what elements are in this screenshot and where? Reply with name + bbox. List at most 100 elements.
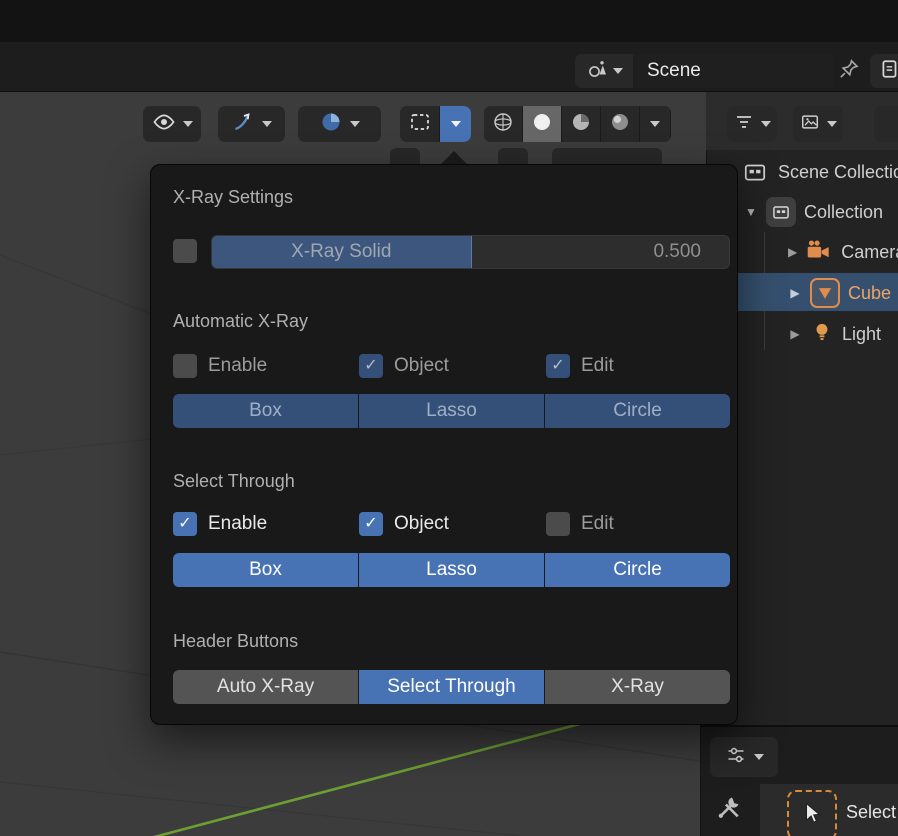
xray-solid-slider[interactable]: X-Ray Solid 0.500 xyxy=(211,235,730,269)
outliner-display-dropdown[interactable] xyxy=(793,106,843,142)
checkbox-select-through-enable[interactable]: ✓ Enable xyxy=(173,512,267,536)
row-label: Camera xyxy=(841,241,898,262)
select-through-checkbox-row: ✓ Enable ✓ Object Edit xyxy=(173,512,730,538)
chevron-down-icon xyxy=(650,121,660,127)
collapse-arrow-icon[interactable]: ▼ xyxy=(744,205,758,219)
scene-collection-icon xyxy=(740,157,770,187)
wireframe-sphere-icon xyxy=(492,111,514,138)
section-title-header-buttons: Header Buttons xyxy=(173,631,299,651)
auto-xray-lasso-button[interactable]: Lasso xyxy=(359,394,544,428)
properties-sliders-icon xyxy=(725,744,747,771)
popover-title: X-Ray Settings xyxy=(173,187,294,207)
xray-toggle-button[interactable] xyxy=(400,106,439,142)
tool-tab[interactable] xyxy=(714,792,744,827)
row-label: Collection xyxy=(804,201,884,222)
checkbox-label: Edit xyxy=(581,355,614,376)
header-buttons-group: Auto X-Ray Select Through X-Ray xyxy=(173,670,730,704)
select-through-lasso-button[interactable]: Lasso xyxy=(359,553,544,587)
new-page-icon xyxy=(879,58,898,85)
expand-arrow-icon[interactable]: ▶ xyxy=(788,245,797,259)
shading-material-button[interactable] xyxy=(562,106,600,142)
scene-name-text: Scene xyxy=(647,60,701,81)
checkbox-select-through-object[interactable]: ✓ Object xyxy=(359,512,449,536)
chevron-down-icon xyxy=(612,68,623,74)
row-label: Scene Collection xyxy=(778,161,898,182)
camera-icon xyxy=(805,238,833,267)
checkbox-auto-xray-enable[interactable]: Enable xyxy=(173,354,267,378)
mesh-triangle-icon xyxy=(810,278,840,308)
chevron-down-icon xyxy=(760,121,771,127)
outliner-filter-dropdown[interactable] xyxy=(727,106,777,142)
scene-browse-button[interactable] xyxy=(575,54,633,88)
auto-xray-box-button[interactable]: Box xyxy=(173,394,358,428)
chevron-down-icon xyxy=(753,754,764,760)
pin-button[interactable] xyxy=(836,58,862,84)
checkbox-auto-xray-edit[interactable]: ✓ Edit xyxy=(546,354,614,378)
shading-rendered-button[interactable] xyxy=(601,106,639,142)
shading-mode-group xyxy=(484,106,671,142)
pie-circle-icon xyxy=(319,110,343,139)
shading-wireframe-button[interactable] xyxy=(484,106,522,142)
expand-arrow-icon[interactable]: ▶ xyxy=(788,327,802,341)
chevron-down-icon xyxy=(350,121,360,127)
active-tool-label: Select Box xyxy=(846,802,898,822)
active-tool-button[interactable] xyxy=(787,790,837,836)
auto-xray-checkbox-row: Enable ✓ Object ✓ Edit xyxy=(173,354,730,380)
visibility-dropdown[interactable] xyxy=(143,106,201,142)
image-icon xyxy=(800,112,820,137)
chevron-down-icon xyxy=(262,121,272,127)
editor-type-dropdown[interactable] xyxy=(710,737,778,777)
rendered-sphere-icon xyxy=(609,111,631,138)
select-through-toggle-dropdown[interactable] xyxy=(298,106,381,142)
slider-label: X-Ray Solid xyxy=(291,241,392,262)
checkbox-label: Object xyxy=(394,513,449,534)
checkbox-label: Enable xyxy=(208,513,268,534)
xray-settings-popover: X-Ray Settings X-Ray Solid 0.500 Automat… xyxy=(150,164,738,725)
chevron-down-icon xyxy=(450,121,461,127)
outliner-row-cube[interactable]: ▶ Cube xyxy=(788,275,898,311)
titlebar xyxy=(0,0,898,42)
xray-settings-chevron-button[interactable] xyxy=(440,106,471,142)
checkbox-label: Edit xyxy=(581,513,614,534)
blender-window: Scene Scene Collecti ▼ Collection ▶ Came… xyxy=(0,0,898,836)
checkbox-box: ✓ xyxy=(546,354,570,378)
select-through-box-button[interactable]: Box xyxy=(173,553,358,587)
collection-box-icon xyxy=(766,197,796,227)
cursor-arrow-icon xyxy=(799,800,825,831)
checkbox-box: ✓ xyxy=(359,512,383,536)
auto-xray-toggle-dropdown[interactable] xyxy=(218,106,285,142)
material-sphere-icon xyxy=(570,111,592,138)
header-xray-button[interactable]: X-Ray xyxy=(545,670,730,704)
checkbox-xray-solid[interactable] xyxy=(173,239,197,263)
shading-dropdown-button[interactable] xyxy=(640,106,670,142)
pin-icon xyxy=(838,58,860,85)
new-scene-button[interactable] xyxy=(870,54,898,88)
tool-wrench-icon xyxy=(714,797,744,826)
auto-xray-mode-buttons: Box Lasso Circle xyxy=(173,394,730,428)
eye-icon xyxy=(152,110,176,139)
outliner-row-camera[interactable]: ▶ Camera xyxy=(788,234,898,270)
slider-value: 0.500 xyxy=(653,241,701,262)
header-select-through-button[interactable]: Select Through xyxy=(359,670,544,704)
xray-settings-dropdown xyxy=(400,106,471,142)
outliner-row-scene-collection[interactable]: Scene Collection xyxy=(740,154,898,190)
popover-arrow xyxy=(441,151,467,164)
checkbox-label: Enable xyxy=(208,355,268,376)
chevron-down-icon xyxy=(826,121,837,127)
curved-arrow-icon xyxy=(231,110,255,139)
expand-arrow-icon[interactable]: ▶ xyxy=(788,286,802,300)
checkbox-auto-xray-object[interactable]: ✓ Object xyxy=(359,354,449,378)
outliner-extra-button[interactable] xyxy=(874,106,898,142)
shading-solid-button[interactable] xyxy=(523,106,561,142)
select-through-circle-button[interactable]: Circle xyxy=(545,553,730,587)
select-through-mode-buttons: Box Lasso Circle xyxy=(173,553,730,587)
section-title-select-through: Select Through xyxy=(173,471,295,491)
outliner-row-collection[interactable]: ▼ Collection xyxy=(744,194,898,230)
auto-xray-circle-button[interactable]: Circle xyxy=(545,394,730,428)
scene-name-field[interactable]: Scene xyxy=(633,54,833,88)
row-label: Light xyxy=(842,323,882,344)
outliner-row-light[interactable]: ▶ Light xyxy=(788,316,898,352)
checkbox-select-through-edit[interactable]: Edit xyxy=(546,512,614,536)
header-auto-xray-button[interactable]: Auto X-Ray xyxy=(173,670,358,704)
row-label: Cube xyxy=(848,282,892,303)
